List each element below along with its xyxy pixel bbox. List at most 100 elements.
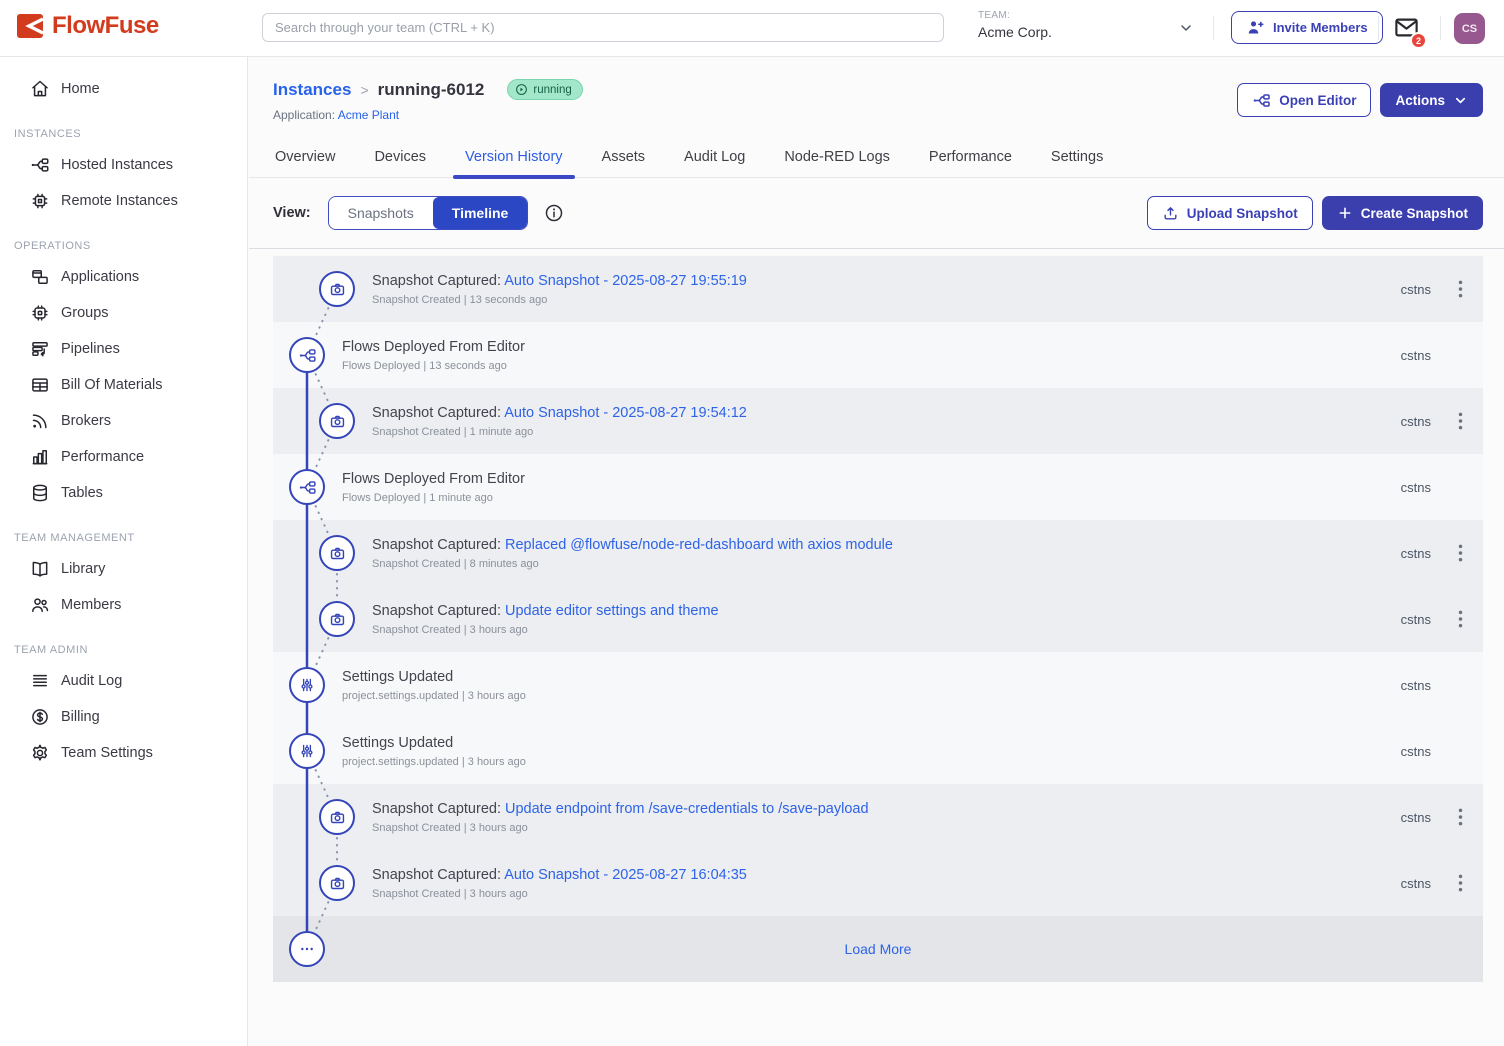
sidebar-item-label: Pipelines: [61, 341, 120, 357]
row-meta: Flows Deployed | 1 minute ago: [342, 492, 525, 504]
sidebar-item-label: Billing: [61, 709, 100, 725]
create-snapshot-label: Create Snapshot: [1361, 206, 1468, 221]
kebab-menu-icon[interactable]: [1451, 872, 1469, 894]
sidebar-item-pipelines[interactable]: Pipelines: [0, 331, 247, 367]
create-snapshot-button[interactable]: Create Snapshot: [1322, 196, 1483, 230]
sidebar-item-billing[interactable]: Billing: [0, 699, 247, 735]
upload-snapshot-label: Upload Snapshot: [1187, 206, 1298, 221]
tab-assets[interactable]: Assets: [600, 143, 648, 177]
camera-icon: [319, 271, 355, 307]
sidebar-item-label: Brokers: [61, 413, 111, 429]
row-user: cstns: [1401, 744, 1431, 759]
sidebar-item-remote-instances[interactable]: Remote Instances: [0, 183, 247, 219]
row-title: Settings Updated: [342, 669, 453, 685]
row-title: Settings Updated: [342, 735, 453, 751]
actions-button[interactable]: Actions: [1380, 83, 1483, 117]
application-label: Application:: [273, 108, 335, 122]
upload-snapshot-button[interactable]: Upload Snapshot: [1147, 196, 1313, 230]
row-meta: project.settings.updated | 3 hours ago: [342, 756, 526, 768]
sliders-icon: [289, 733, 325, 769]
snapshot-link[interactable]: Auto Snapshot - 2025-08-27 19:55:19: [504, 273, 747, 289]
header-divider: [1213, 16, 1214, 40]
page-head: Instances > running-6012 running Applica…: [249, 57, 1504, 122]
row-meta: Snapshot Created | 1 minute ago: [372, 426, 747, 438]
row-user: cstns: [1401, 414, 1431, 429]
sidebar-item-tables[interactable]: Tables: [0, 475, 247, 511]
members-icon: [30, 595, 50, 615]
timeline-row: Snapshot Captured: Auto Snapshot - 2025-…: [273, 850, 1483, 916]
load-more-row: Load More: [273, 916, 1483, 982]
row-user: cstns: [1401, 546, 1431, 561]
invite-members-button[interactable]: Invite Members: [1231, 11, 1383, 44]
team-name: Acme Corp.: [978, 24, 1198, 40]
search-input[interactable]: [262, 13, 944, 42]
sidebar-item-library[interactable]: Library: [0, 551, 247, 587]
play-circle-icon: [515, 83, 528, 96]
status-label: running: [533, 84, 571, 96]
sidebar-item-label: Bill Of Materials: [61, 377, 163, 393]
sidebar-item-performance[interactable]: Performance: [0, 439, 247, 475]
open-editor-button[interactable]: Open Editor: [1237, 83, 1371, 117]
sidebar-item-applications[interactable]: Applications: [0, 259, 247, 295]
sidebar-item-home[interactable]: Home: [0, 71, 247, 107]
tab-version-history[interactable]: Version History: [463, 143, 565, 177]
kebab-menu-icon[interactable]: [1451, 542, 1469, 564]
tab-devices[interactable]: Devices: [372, 143, 428, 177]
kebab-menu-icon[interactable]: [1451, 278, 1469, 300]
snapshot-link[interactable]: Auto Snapshot - 2025-08-27 19:54:12: [504, 405, 747, 421]
home-icon: [30, 79, 50, 99]
sidebar-item-hosted-instances[interactable]: Hosted Instances: [0, 147, 247, 183]
row-user: cstns: [1401, 810, 1431, 825]
performance-icon: [30, 447, 50, 467]
row-user: cstns: [1401, 612, 1431, 627]
tab-settings[interactable]: Settings: [1049, 143, 1105, 177]
camera-icon: [319, 865, 355, 901]
tab-performance[interactable]: Performance: [927, 143, 1014, 177]
sidebar: Home INSTANCES Hosted Instances Remote Inst…: [0, 57, 248, 1046]
snapshot-link[interactable]: Replaced @flowfuse/node-red-dashboard wi…: [505, 537, 893, 553]
tab-overview[interactable]: Overview: [273, 143, 337, 177]
timeline-row: Settings Updated project.settings.update…: [273, 652, 1483, 718]
avatar[interactable]: CS: [1454, 13, 1485, 44]
row-user: cstns: [1401, 282, 1431, 297]
info-circle-icon[interactable]: [544, 203, 564, 223]
snapshot-link[interactable]: Auto Snapshot - 2025-08-27 16:04:35: [504, 867, 747, 883]
sidebar-item-label: Hosted Instances: [61, 157, 173, 173]
sidebar-item-team-settings[interactable]: Team Settings: [0, 735, 247, 771]
flowfuse-logo[interactable]: FlowFuse: [16, 12, 159, 40]
snapshot-link[interactable]: Update endpoint from /save-credentials t…: [505, 801, 869, 817]
kebab-menu-icon[interactable]: [1451, 410, 1469, 432]
actions-label: Actions: [1395, 93, 1445, 108]
mail-icon[interactable]: 2: [1393, 14, 1423, 44]
team-selector[interactable]: TEAM: Acme Corp.: [978, 10, 1198, 40]
tab-node-red-logs[interactable]: Node-RED Logs: [782, 143, 892, 177]
sidebar-item-members[interactable]: Members: [0, 587, 247, 623]
hosted-instances-icon: [30, 155, 50, 175]
kebab-menu-icon[interactable]: [1451, 608, 1469, 630]
load-more-link[interactable]: Load More: [273, 941, 1483, 957]
library-icon: [30, 559, 50, 579]
sidebar-item-bill-of-materials[interactable]: Bill Of Materials: [0, 367, 247, 403]
view-toggle-snapshots[interactable]: Snapshots: [329, 197, 433, 229]
kebab-menu-icon[interactable]: [1451, 806, 1469, 828]
row-title: Flows Deployed From Editor: [342, 339, 525, 355]
breadcrumb-instances-link[interactable]: Instances: [273, 80, 351, 100]
open-editor-label: Open Editor: [1279, 93, 1356, 108]
row-meta: Snapshot Created | 8 minutes ago: [372, 558, 893, 570]
pipelines-icon: [30, 339, 50, 359]
sidebar-item-label: Audit Log: [61, 673, 122, 689]
sidebar-item-groups[interactable]: Groups: [0, 295, 247, 331]
sidebar-section-label: TEAM ADMIN: [0, 644, 247, 656]
upload-icon: [1162, 205, 1179, 222]
sidebar-item-brokers[interactable]: Brokers: [0, 403, 247, 439]
tables-icon: [30, 483, 50, 503]
sidebar-item-audit-log[interactable]: Audit Log: [0, 663, 247, 699]
sidebar-section-label: INSTANCES: [0, 128, 247, 140]
tab-audit-log[interactable]: Audit Log: [682, 143, 747, 177]
application-link[interactable]: Acme Plant: [338, 108, 399, 122]
view-toggle-timeline[interactable]: Timeline: [433, 197, 528, 229]
team-label: TEAM:: [978, 10, 1198, 21]
sidebar-item-label: Groups: [61, 305, 109, 321]
row-user: cstns: [1401, 348, 1431, 363]
snapshot-link[interactable]: Update editor settings and theme: [505, 603, 719, 619]
